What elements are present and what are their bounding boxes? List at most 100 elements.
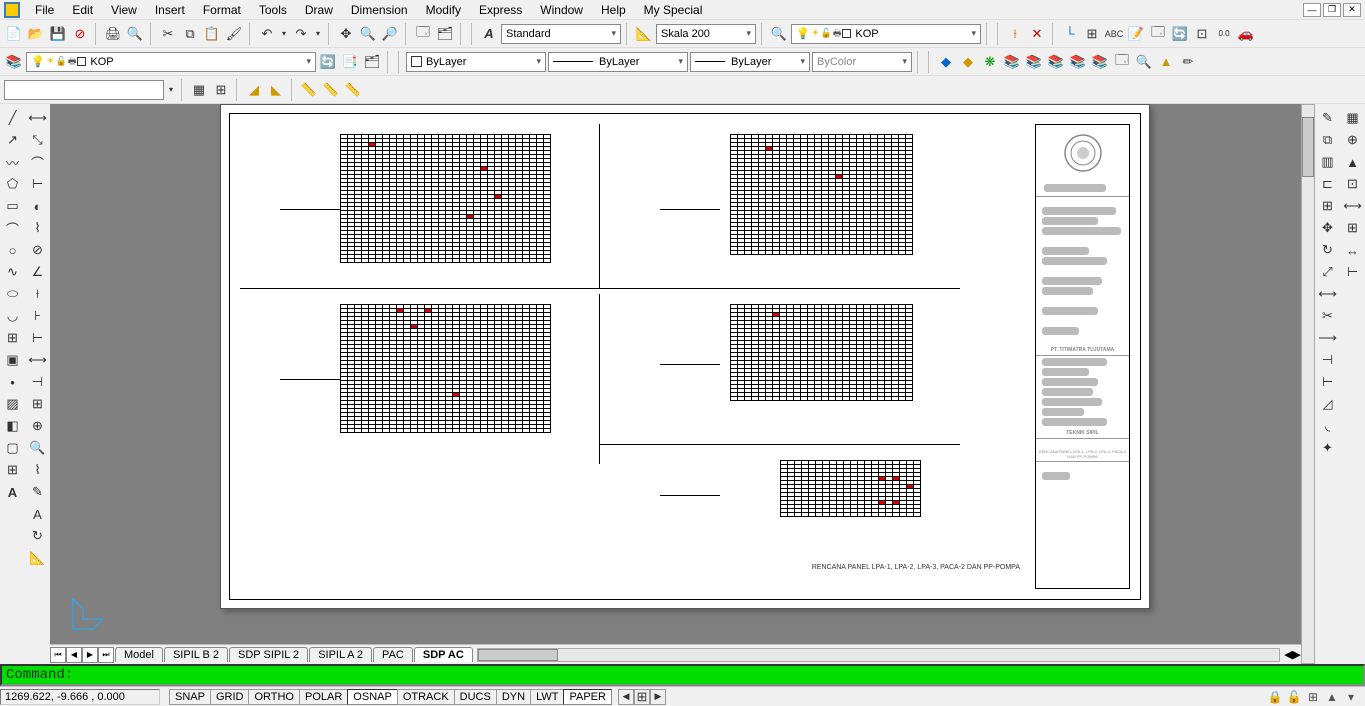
status-toggle-snap[interactable]: SNAP [169, 689, 211, 705]
r5-icon[interactable]: ⟷ [1343, 196, 1363, 216]
status-arrow-right[interactable]: ▶ [650, 689, 666, 705]
plotstyle-combo[interactable]: ByColor [812, 52, 912, 72]
color-combo[interactable]: ByLayer [406, 52, 546, 72]
layer-iso-icon[interactable]: 📑 [340, 52, 360, 72]
tool1-icon[interactable]: ◆ [936, 52, 956, 72]
zoom-in-icon[interactable]: 🔍 [358, 24, 378, 44]
dim-space-icon[interactable]: ⟷ [28, 350, 48, 370]
dim-text-icon[interactable]: ABC [1104, 24, 1124, 44]
input-dropdown[interactable]: ▾ [166, 80, 176, 100]
horizontal-scrollbar[interactable] [477, 648, 1280, 662]
zoom-out-icon[interactable]: 🔎 [380, 24, 400, 44]
block-icon[interactable]: ▣ [3, 350, 23, 370]
design-center-icon[interactable]: 🗂 [435, 24, 455, 44]
layer-filter-combo[interactable]: 💡☀🔓🖶 KOP [791, 24, 981, 44]
cancel-icon[interactable]: ⊘ [70, 24, 90, 44]
osnap1-icon[interactable]: ◢ [244, 80, 264, 100]
chamfer-icon[interactable]: ◿ [1318, 394, 1338, 414]
status-unlock-icon[interactable]: 🔓 [1286, 689, 1302, 705]
dim-diameter-icon[interactable]: ⊘ [28, 240, 48, 260]
menu-format[interactable]: Format [194, 1, 250, 19]
redo-dropdown[interactable]: ▾ [313, 24, 323, 44]
menu-file[interactable]: File [26, 1, 63, 19]
mtext-icon[interactable]: A [3, 482, 23, 502]
dim-car-icon[interactable]: 🚗 [1236, 24, 1256, 44]
dim-aligned-icon[interactable]: ⤡ [28, 130, 48, 150]
r3-icon[interactable]: ▲ [1343, 152, 1363, 172]
tab-first[interactable]: ⏮ [50, 647, 66, 663]
tool5-icon[interactable]: 📚 [1024, 52, 1044, 72]
dim-linear-icon[interactable]: ⟊ [1005, 24, 1025, 44]
dim-update2-icon[interactable]: ↻ [28, 526, 48, 546]
tolerance-icon[interactable]: ⊞ [28, 394, 48, 414]
scroll-left[interactable]: ◀ [1284, 648, 1292, 661]
tool11-icon[interactable]: ▲ [1156, 52, 1176, 72]
dim-break-icon[interactable]: ⊣ [28, 372, 48, 392]
layer-manager-icon[interactable]: 📚 [4, 52, 24, 72]
offset-icon[interactable]: ⊏ [1318, 174, 1338, 194]
status-toggle-grid[interactable]: GRID [210, 689, 250, 705]
restore-button[interactable]: ❐ [1323, 3, 1341, 17]
lineweight-combo[interactable]: ByLayer [690, 52, 810, 72]
ellipse-arc-icon[interactable]: ◡ [3, 306, 23, 326]
r7-icon[interactable]: ↔ [1343, 240, 1363, 260]
menu-tools[interactable]: Tools [250, 1, 296, 19]
point-icon[interactable]: • [3, 372, 23, 392]
pline-icon[interactable]: 〰 [3, 152, 23, 172]
find-icon[interactable]: 🔍 [769, 24, 789, 44]
minimize-button[interactable]: — [1303, 3, 1321, 17]
fillet-icon[interactable]: ◟ [1318, 416, 1338, 436]
status-toggle-osnap[interactable]: OSNAP [347, 689, 398, 705]
tool6-icon[interactable]: 📚 [1046, 52, 1066, 72]
menu-express[interactable]: Express [470, 1, 531, 19]
join-icon[interactable]: ⊢ [1318, 372, 1338, 392]
save-icon[interactable]: 💾 [48, 24, 68, 44]
cut-icon[interactable]: ✂ [158, 24, 178, 44]
command-line[interactable]: Command: [0, 664, 1365, 686]
dim-delete-icon[interactable]: ✕ [1027, 24, 1047, 44]
command-input[interactable] [4, 80, 164, 100]
tool8-icon[interactable]: 📚 [1090, 52, 1110, 72]
tab-prev[interactable]: ◀ [66, 647, 82, 663]
close-button[interactable]: ✕ [1343, 3, 1361, 17]
status-grid-icon[interactable]: ⊞ [1305, 689, 1321, 705]
trim-icon[interactable]: ✂ [1318, 306, 1338, 326]
properties-icon[interactable]: 🗔 [413, 24, 433, 44]
dim-update-icon[interactable]: 🔄 [1170, 24, 1190, 44]
r6-icon[interactable]: ⊞ [1343, 218, 1363, 238]
layer-combo[interactable]: 💡☀🔓🖶 KOP [26, 52, 316, 72]
line-icon[interactable]: ╱ [3, 108, 23, 128]
status-toggle-ortho[interactable]: ORTHO [248, 689, 300, 705]
scale-icon[interactable]: ⤢ [1318, 262, 1338, 282]
menu-myspecial[interactable]: My Special [635, 1, 712, 19]
menu-window[interactable]: Window [531, 1, 592, 19]
tool10-icon[interactable]: 🔍 [1134, 52, 1154, 72]
ruler1-icon[interactable]: 📏 [299, 80, 319, 100]
circle-icon[interactable]: ○ [3, 240, 23, 260]
r1-icon[interactable]: ▦ [1343, 108, 1363, 128]
status-toggle-paper[interactable]: PAPER [563, 689, 611, 705]
ruler3-icon[interactable]: 📏 [343, 80, 363, 100]
status-lock-icon[interactable]: 🔒 [1267, 689, 1283, 705]
status-toggle-otrack[interactable]: OTRACK [397, 689, 455, 705]
move-icon[interactable]: ✥ [1318, 218, 1338, 238]
status-toggle-dyn[interactable]: DYN [496, 689, 531, 705]
layer-state-icon[interactable]: 🗂 [362, 52, 382, 72]
gradient-icon[interactable]: ◧ [3, 416, 23, 436]
copy-icon[interactable]: ⧉ [180, 24, 200, 44]
osnap2-icon[interactable]: ◣ [266, 80, 286, 100]
explode-icon[interactable]: ✦ [1318, 438, 1338, 458]
layout-tab-sdp-sipil-2[interactable]: SDP SIPIL 2 [229, 647, 308, 662]
menu-dimension[interactable]: Dimension [342, 1, 417, 19]
table-icon[interactable]: ⊞ [3, 460, 23, 480]
preview-icon[interactable]: 🔍 [125, 24, 145, 44]
dim-style-icon[interactable]: 📐 [634, 24, 654, 44]
layout-tab-pac[interactable]: PAC [373, 647, 413, 662]
vertical-scrollbar[interactable] [1301, 104, 1315, 664]
dim-edit-icon[interactable]: 📝 [1126, 24, 1146, 44]
tool2-icon[interactable]: ◆ [958, 52, 978, 72]
dim-jogged-icon[interactable]: ⌇ [28, 218, 48, 238]
insert-icon[interactable]: ⊞ [3, 328, 23, 348]
snap-icon[interactable]: ⊞ [211, 80, 231, 100]
polygon-icon[interactable]: ⬠ [3, 174, 23, 194]
